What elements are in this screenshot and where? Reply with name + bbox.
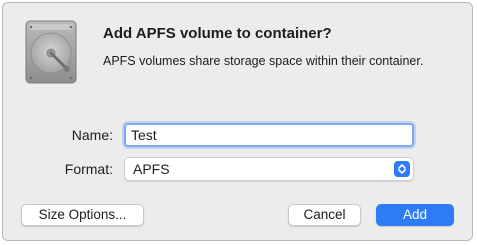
hard-disk-icon	[25, 20, 77, 84]
add-volume-dialog: Add APFS volume to container? APFS volum…	[2, 2, 473, 241]
size-options-button[interactable]: Size Options...	[21, 204, 144, 226]
format-select[interactable]: APFS	[124, 157, 414, 181]
name-label: Name:	[71, 127, 113, 143]
chevron-up-down-icon	[394, 161, 410, 177]
dialog-message: APFS volumes share storage space within …	[103, 54, 424, 68]
format-label: Format:	[64, 161, 113, 177]
cancel-button[interactable]: Cancel	[288, 204, 361, 226]
format-selected-value: APFS	[133, 161, 170, 177]
name-input[interactable]	[124, 123, 414, 147]
add-button[interactable]: Add	[376, 204, 454, 226]
dialog-title: Add APFS volume to container?	[103, 25, 332, 42]
